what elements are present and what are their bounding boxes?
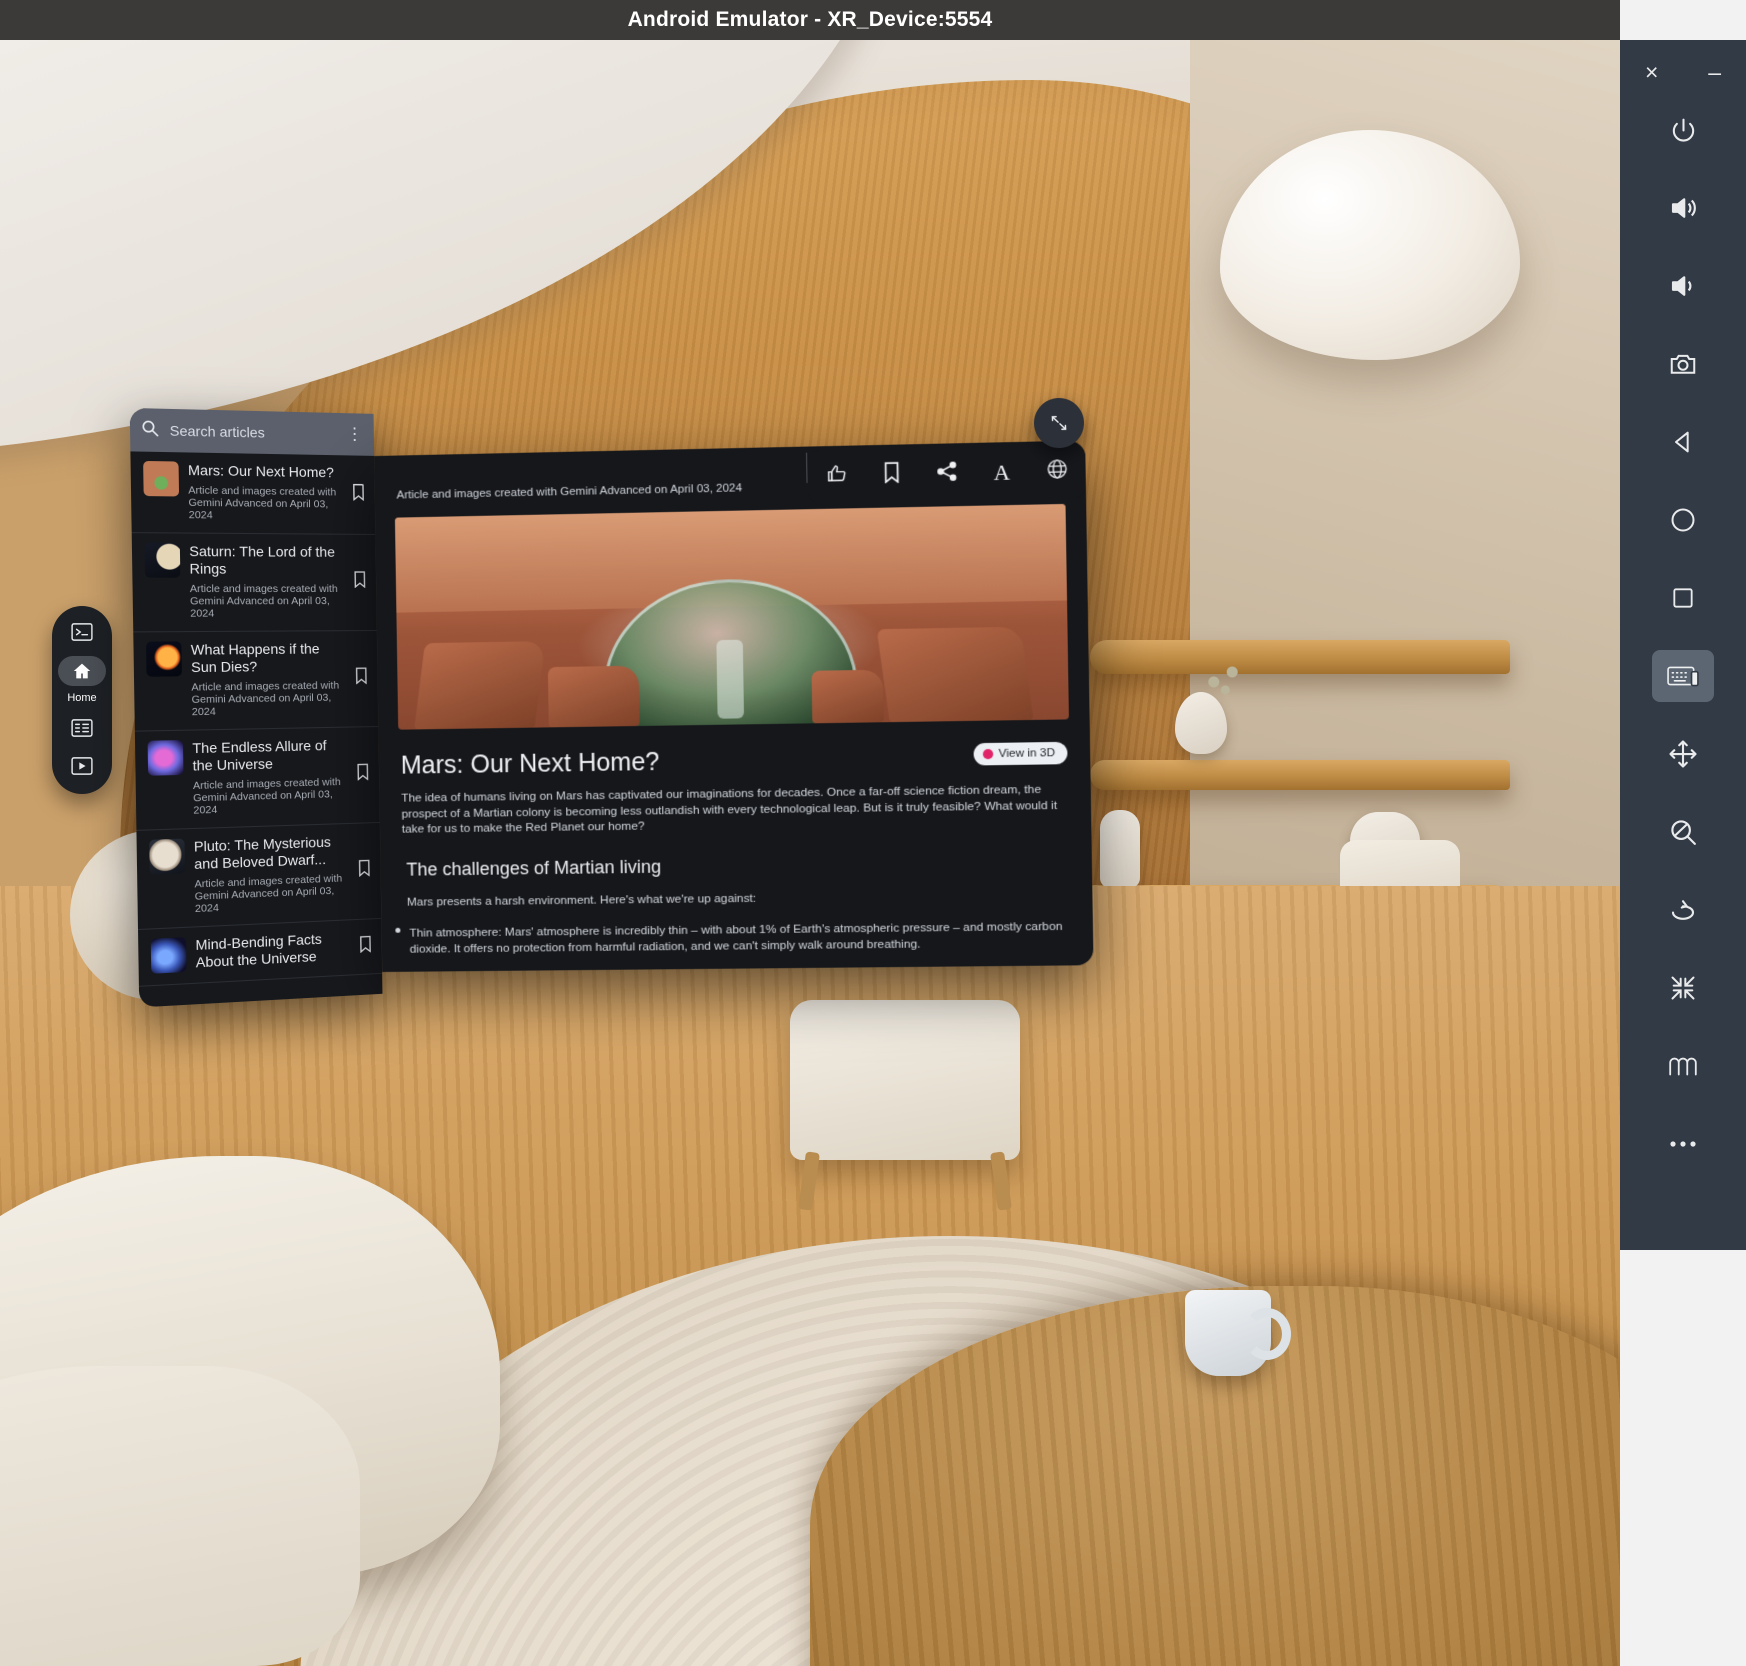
list-item[interactable]: Mars: Our Next Home? Article and images … xyxy=(130,451,375,535)
coffee-mug xyxy=(1185,1290,1271,1376)
list-item-title: Mind-Bending Facts About the Universe xyxy=(195,929,350,971)
emulator-toolbar[interactable]: × – xyxy=(1620,0,1746,1666)
view-in-3d-button[interactable]: View in 3D xyxy=(974,742,1068,766)
minimize-icon[interactable]: – xyxy=(1708,59,1721,86)
article-thumbnail xyxy=(149,839,185,875)
list-item-subtitle: Article and images created with Gemini A… xyxy=(188,484,343,522)
list-item[interactable]: The Endless Allure of the Universe Artic… xyxy=(135,727,380,831)
volume-up-button[interactable] xyxy=(1652,182,1714,234)
keyboard-button[interactable] xyxy=(1652,650,1714,702)
sidebar-item-home-label: Home xyxy=(67,692,96,704)
globe-icon[interactable] xyxy=(1046,458,1068,486)
thumbs-up-icon[interactable] xyxy=(826,462,848,490)
list-item-title: Mars: Our Next Home? xyxy=(188,462,343,482)
home-button[interactable] xyxy=(1652,494,1714,546)
list-item-subtitle: Article and images created with Gemini A… xyxy=(190,583,345,620)
back-button[interactable] xyxy=(1652,416,1714,468)
article-reader-panel[interactable]: A Article and images created with Gemini… xyxy=(374,440,1094,972)
bookmark-icon[interactable] xyxy=(352,483,365,504)
list-item-title: Pluto: The Mysterious and Beloved Dwarf.… xyxy=(194,833,349,873)
ottoman xyxy=(790,1000,1020,1160)
list-item[interactable]: Pluto: The Mysterious and Beloved Dwarf.… xyxy=(136,823,381,930)
terminal-icon[interactable] xyxy=(63,618,101,646)
article-hero-image xyxy=(395,504,1069,730)
sidebar-item-home[interactable] xyxy=(58,656,106,686)
article-thumbnail xyxy=(146,641,182,676)
zoom-button[interactable] xyxy=(1652,806,1714,858)
app-dock[interactable]: Home xyxy=(52,606,112,794)
window-title: Android Emulator - XR_Device:5554 xyxy=(628,8,993,32)
window-title-bar: Android Emulator - XR_Device:5554 xyxy=(0,0,1620,40)
media-icon[interactable] xyxy=(63,752,101,780)
bookmark-icon[interactable] xyxy=(355,667,368,688)
recenter-button[interactable] xyxy=(1652,962,1714,1014)
screenshot-button[interactable] xyxy=(1652,338,1714,390)
bookmark-icon[interactable] xyxy=(358,859,371,881)
list-icon[interactable] xyxy=(63,714,101,742)
search-bar[interactable]: Search articles ⋮ xyxy=(130,408,374,456)
bookmark-icon[interactable] xyxy=(883,461,901,489)
power-button[interactable] xyxy=(1652,104,1714,156)
article-toolbar[interactable]: A xyxy=(808,445,1086,504)
article-thumbnail xyxy=(144,543,180,578)
article-bullet-text: Thin atmosphere: Mars' atmosphere is inc… xyxy=(409,918,1062,955)
list-item[interactable]: Saturn: The Lord of the Rings Article an… xyxy=(132,533,377,632)
font-size-icon[interactable]: A xyxy=(993,459,1010,486)
view-in-3d-label: View in 3D xyxy=(998,747,1055,760)
passthrough-button[interactable] xyxy=(1652,1040,1714,1092)
list-item[interactable]: What Happens if the Sun Dies? Article an… xyxy=(133,631,378,732)
article-thumbnail xyxy=(151,937,187,974)
view-in-3d-indicator xyxy=(983,749,993,759)
list-item-subtitle: Article and images created with Gemini A… xyxy=(194,872,349,915)
bookmark-icon[interactable] xyxy=(353,571,366,592)
bookmark-icon[interactable] xyxy=(356,763,369,784)
list-item[interactable]: Mind-Bending Facts About the Universe xyxy=(138,919,382,987)
bookmark-icon[interactable] xyxy=(359,935,372,957)
list-item-title: What Happens if the Sun Dies? xyxy=(191,640,346,676)
rotate-button[interactable] xyxy=(1652,884,1714,936)
article-list-panel[interactable]: Search articles ⋮ Mars: Our Next Home? A… xyxy=(130,408,383,1008)
list-item-title: The Endless Allure of the Universe xyxy=(192,737,347,775)
list-item-subtitle: Article and images created with Gemini A… xyxy=(193,776,348,817)
overflow-menu-icon[interactable]: ⋮ xyxy=(346,424,364,444)
list-item-title: Saturn: The Lord of the Rings xyxy=(189,543,344,578)
list-item-subtitle: Article and images created with Gemini A… xyxy=(191,679,346,718)
search-icon xyxy=(140,418,159,442)
article-thumbnail xyxy=(148,740,184,776)
pan-button[interactable] xyxy=(1652,728,1714,780)
article-intro: The idea of humans living on Mars has ca… xyxy=(379,771,1091,838)
overview-button[interactable] xyxy=(1652,572,1714,624)
device-screen[interactable]: Home Sea xyxy=(0,40,1620,1666)
share-icon[interactable] xyxy=(936,460,958,488)
close-icon[interactable]: × xyxy=(1645,59,1658,86)
more-button[interactable] xyxy=(1652,1118,1714,1170)
volume-down-button[interactable] xyxy=(1652,260,1714,312)
article-bullet: Thin atmosphere: Mars' atmosphere is inc… xyxy=(381,901,1093,957)
search-input[interactable]: Search articles xyxy=(170,422,337,442)
article-thumbnail xyxy=(143,461,179,497)
emulator-window: Android Emulator - XR_Device:5554 xyxy=(0,0,1746,1666)
